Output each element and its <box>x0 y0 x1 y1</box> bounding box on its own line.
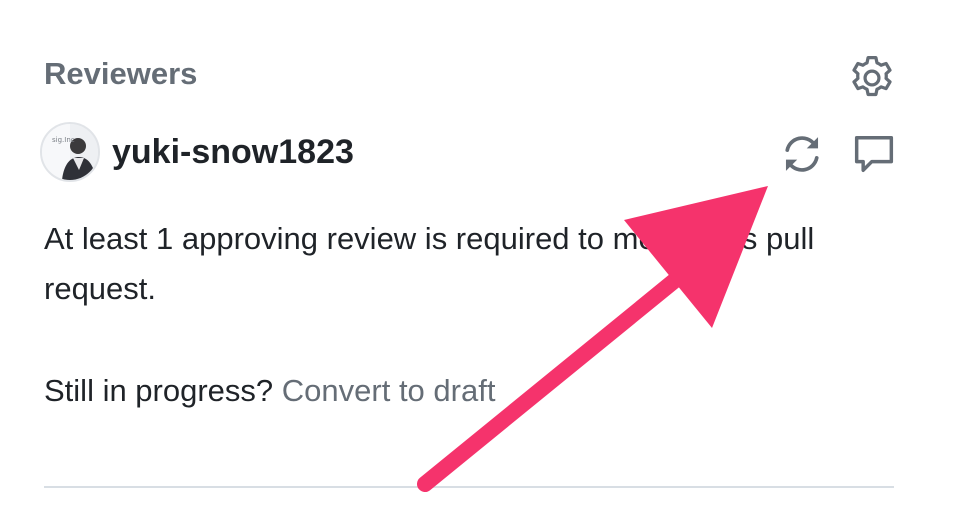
approval-notice: At least 1 approving review is required … <box>44 221 815 306</box>
gear-icon[interactable] <box>846 52 898 104</box>
draft-line: Still in progress? Convert to draft <box>44 366 495 416</box>
divider <box>44 486 894 488</box>
sync-icon[interactable] <box>776 128 828 180</box>
comment-icon[interactable] <box>848 128 900 180</box>
reviewers-heading: Reviewers <box>44 56 198 91</box>
reviewer-row: sig.Inc yuki-snow1823 <box>40 120 910 184</box>
avatar[interactable]: sig.Inc <box>40 122 100 182</box>
reviewer-username[interactable]: yuki-snow1823 <box>112 130 354 174</box>
avatar-photo <box>42 124 98 180</box>
avatar-text: sig.Inc <box>52 136 75 144</box>
convert-to-draft-link[interactable]: Convert to draft <box>282 373 496 408</box>
reviewers-panel: Reviewers sig.Inc yuki-snow1823 At least… <box>0 0 956 514</box>
draft-prompt: Still in progress? <box>44 373 274 408</box>
